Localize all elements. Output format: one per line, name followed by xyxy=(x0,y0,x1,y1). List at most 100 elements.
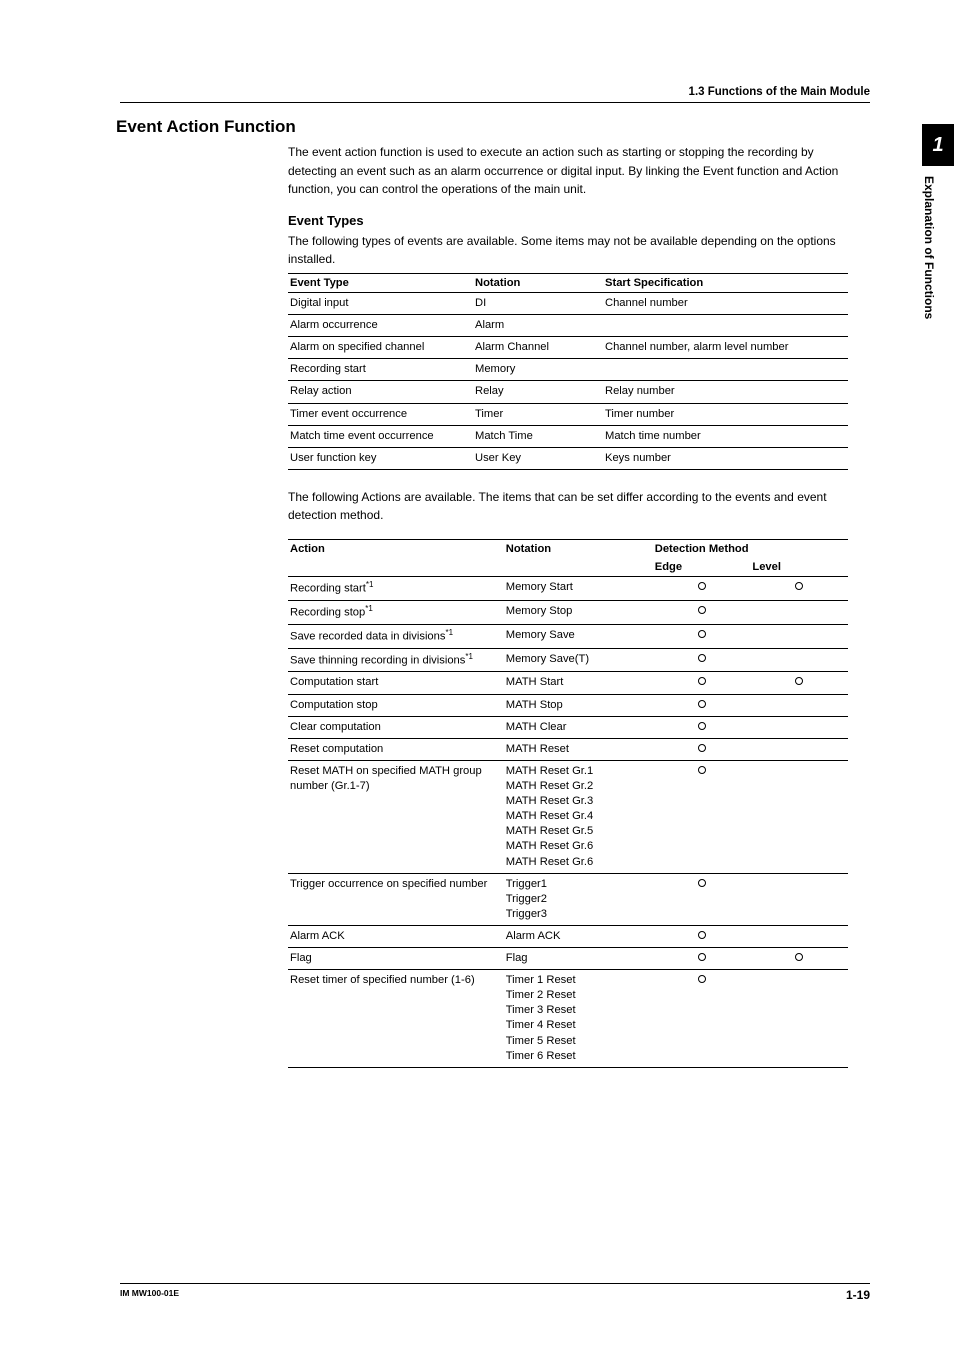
table-cell: Flag xyxy=(504,948,653,970)
content-area: 1.3 Functions of the Main Module Event A… xyxy=(120,86,870,1068)
circle-icon xyxy=(698,630,706,638)
table-row: Reset computationMATH Reset xyxy=(288,738,848,760)
table-cell: MATH Reset Gr.1MATH Reset Gr.2MATH Reset… xyxy=(504,760,653,873)
table-cell: Trigger1Trigger2Trigger3 xyxy=(504,873,653,925)
circle-icon xyxy=(698,722,706,730)
circle-icon xyxy=(698,700,706,708)
table-cell: Alarm on specified channel xyxy=(288,337,473,359)
table-cell xyxy=(750,600,848,624)
table-cell xyxy=(653,600,751,624)
circle-icon xyxy=(795,677,803,685)
table-cell: Keys number xyxy=(603,447,848,469)
table-row: Relay actionRelayRelay number xyxy=(288,381,848,403)
circle-icon xyxy=(698,879,706,887)
table-row: Save recorded data in divisions*1Memory … xyxy=(288,624,848,648)
circle-icon xyxy=(698,766,706,774)
chapter-title-vertical: Explanation of Functions xyxy=(922,166,936,346)
table-cell xyxy=(750,577,848,601)
table-row: Trigger occurrence on specified numberTr… xyxy=(288,873,848,925)
circle-icon xyxy=(698,975,706,983)
table-cell: Alarm ACK xyxy=(504,925,653,947)
table-cell: Alarm ACK xyxy=(288,925,504,947)
table-cell: Memory Start xyxy=(504,577,653,601)
footer-doc-id: IM MW100-01E xyxy=(120,1288,179,1302)
table-cell xyxy=(653,672,751,694)
actions-intro: The following Actions are available. The… xyxy=(288,488,848,525)
footer-page-number: 1-19 xyxy=(846,1288,870,1302)
table-cell: Memory Save(T) xyxy=(504,648,653,672)
table-cell: Digital input xyxy=(288,292,473,314)
table-cell: Trigger occurrence on specified number xyxy=(288,873,504,925)
table-cell: Channel number, alarm level number xyxy=(603,337,848,359)
table-cell xyxy=(750,873,848,925)
table-cell: Recording start xyxy=(288,359,473,381)
th-detection-method: Detection Method xyxy=(653,540,848,559)
table-cell: DI xyxy=(473,292,603,314)
circle-icon xyxy=(698,654,706,662)
table-cell: Relay number xyxy=(603,381,848,403)
table-cell: Clear computation xyxy=(288,716,504,738)
circle-icon xyxy=(698,953,706,961)
running-header: 1.3 Functions of the Main Module xyxy=(120,86,870,103)
table-cell xyxy=(653,738,751,760)
table-cell xyxy=(750,672,848,694)
circle-icon xyxy=(698,582,706,590)
th-level: Level xyxy=(750,558,848,577)
table-cell: Match time event occurrence xyxy=(288,425,473,447)
table-cell: MATH Stop xyxy=(504,694,653,716)
table-cell: Timer xyxy=(473,403,603,425)
th-event-type: Event Type xyxy=(288,273,473,292)
table-cell: Timer number xyxy=(603,403,848,425)
circle-icon xyxy=(698,606,706,614)
table-cell xyxy=(653,925,751,947)
table-cell: Reset timer of specified number (1-6) xyxy=(288,970,504,1068)
table-row: Reset timer of specified number (1-6)Tim… xyxy=(288,970,848,1068)
table-cell: Timer event occurrence xyxy=(288,403,473,425)
table-cell xyxy=(750,738,848,760)
th-start-spec: Start Specification xyxy=(603,273,848,292)
table-cell xyxy=(750,694,848,716)
event-types-intro: The following types of events are availa… xyxy=(288,232,848,269)
table-cell: Reset computation xyxy=(288,738,504,760)
intro-paragraph: The event action function is used to exe… xyxy=(288,143,848,199)
table-cell: Relay action xyxy=(288,381,473,403)
table-row: Clear computationMATH Clear xyxy=(288,716,848,738)
table-cell xyxy=(653,760,751,873)
table-row: Save thinning recording in divisions*1Me… xyxy=(288,648,848,672)
body-block: The event action function is used to exe… xyxy=(288,143,848,1068)
actions-table: Action Notation Detection Method Edge Le… xyxy=(288,539,848,1068)
table-cell xyxy=(653,577,751,601)
th-action: Action xyxy=(288,540,504,577)
table-cell: Memory Save xyxy=(504,624,653,648)
table-row: Computation stopMATH Stop xyxy=(288,694,848,716)
table-row: Recording startMemory xyxy=(288,359,848,381)
table-cell xyxy=(750,970,848,1068)
table-row: Recording stop*1Memory Stop xyxy=(288,600,848,624)
table-row: Digital inputDIChannel number xyxy=(288,292,848,314)
table-cell xyxy=(750,925,848,947)
table-cell: Recording stop*1 xyxy=(288,600,504,624)
table-cell: Channel number xyxy=(603,292,848,314)
circle-icon xyxy=(698,931,706,939)
table-row: Match time event occurrenceMatch TimeMat… xyxy=(288,425,848,447)
table-cell xyxy=(750,760,848,873)
table-row: Alarm ACKAlarm ACK xyxy=(288,925,848,947)
page: 1 Explanation of Functions 1.3 Functions… xyxy=(0,0,954,1350)
table-cell xyxy=(750,948,848,970)
table-cell: Alarm xyxy=(473,315,603,337)
table-row: Timer event occurrenceTimerTimer number xyxy=(288,403,848,425)
table-cell: Memory Stop xyxy=(504,600,653,624)
table-row: Recording start*1Memory Start xyxy=(288,577,848,601)
chapter-number-badge: 1 xyxy=(922,124,954,166)
table-cell xyxy=(653,873,751,925)
table-cell xyxy=(653,694,751,716)
table-cell xyxy=(653,716,751,738)
table-row: Alarm on specified channelAlarm ChannelC… xyxy=(288,337,848,359)
table-cell: MATH Reset xyxy=(504,738,653,760)
table-cell: Relay xyxy=(473,381,603,403)
table-cell: Computation stop xyxy=(288,694,504,716)
table-cell xyxy=(750,624,848,648)
circle-icon xyxy=(795,953,803,961)
table-cell: Save recorded data in divisions*1 xyxy=(288,624,504,648)
th-notation: Notation xyxy=(473,273,603,292)
